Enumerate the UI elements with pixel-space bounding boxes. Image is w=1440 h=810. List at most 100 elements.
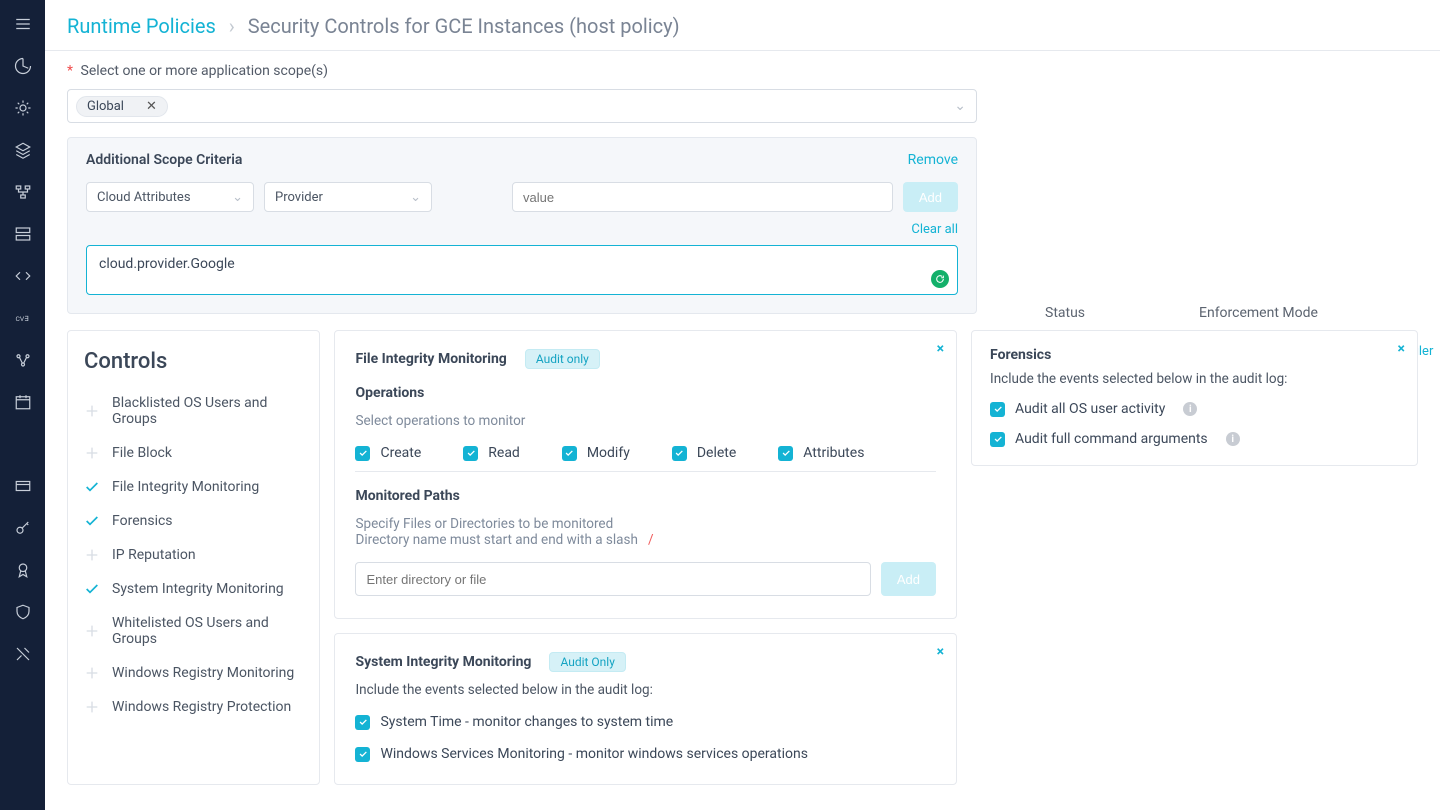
fim-ops-header: Operations	[355, 385, 936, 401]
ctrl-label: Windows Registry Monitoring	[112, 665, 294, 681]
scope-chip-global: Global ✕	[76, 96, 168, 117]
op-create[interactable]: Create	[355, 445, 421, 461]
fim-paths-hint1: Specify Files or Directories to be monit…	[355, 516, 936, 532]
ctrl-label: System Integrity Monitoring	[112, 581, 284, 597]
forensics-panel: × Forensics Include the events selected …	[971, 330, 1418, 466]
ctrl-label: Blacklisted OS Users and Groups	[112, 395, 303, 427]
enforcement-label: Enforcement Mode	[1199, 305, 1348, 321]
code-icon[interactable]	[9, 262, 37, 290]
chevron-down-icon: ⌄	[954, 98, 966, 114]
plus-icon	[84, 445, 100, 461]
chevron-right-icon: ›	[221, 14, 243, 38]
breadcrumb: Runtime Policies › Security Controls for…	[45, 0, 1440, 51]
forensics-title: Forensics	[990, 347, 1399, 363]
key-icon[interactable]	[9, 514, 37, 542]
cb-label: Modify	[587, 445, 630, 461]
check-icon	[84, 479, 100, 495]
fim-path-input[interactable]	[355, 562, 870, 596]
sim-desc: Include the events selected below in the…	[355, 682, 936, 698]
ctrl-label: Windows Registry Protection	[112, 699, 291, 715]
ctrl-file-block[interactable]: File Block	[84, 436, 303, 470]
servers-icon[interactable]	[9, 220, 37, 248]
breadcrumb-root[interactable]: Runtime Policies	[67, 14, 216, 38]
close-icon[interactable]: ×	[937, 644, 944, 660]
criteria-clear-all[interactable]: Clear all	[86, 222, 958, 237]
plus-icon	[84, 623, 100, 639]
sim-panel: × System Integrity Monitoring Audit Only…	[334, 633, 957, 785]
criteria-remove-link[interactable]: Remove	[908, 152, 958, 168]
ctrl-ip-reputation[interactable]: IP Reputation	[84, 538, 303, 572]
sim-title: System Integrity Monitoring	[355, 654, 531, 670]
cb-label: Windows Services Monitoring - monitor wi…	[380, 746, 807, 762]
info-icon[interactable]: i	[1183, 402, 1197, 416]
cve-icon[interactable]: CV∃	[9, 304, 37, 332]
scope-multiselect[interactable]: Global ✕ ⌄	[67, 89, 977, 123]
sim-winservices[interactable]: Windows Services Monitoring - monitor wi…	[355, 746, 936, 762]
ctrl-winreg-mon[interactable]: Windows Registry Monitoring	[84, 656, 303, 690]
dashboard-icon[interactable]	[9, 52, 37, 80]
ctrl-label: Forensics	[112, 513, 173, 529]
menu-icon[interactable]	[9, 10, 37, 38]
ctrl-winreg-prot[interactable]: Windows Registry Protection	[84, 690, 303, 724]
plus-icon	[84, 403, 100, 419]
criteria-attr-value: Cloud Attributes	[97, 190, 191, 205]
fim-paths-header: Monitored Paths	[355, 488, 936, 504]
criteria-expression-input[interactable]: cloud.provider.Google	[86, 245, 958, 295]
criteria-attr-select[interactable]: Cloud Attributes ⌄	[86, 182, 254, 212]
close-icon[interactable]: ×	[937, 341, 944, 357]
plus-icon	[84, 665, 100, 681]
calendar-icon[interactable]	[9, 388, 37, 416]
forensics-os-activity[interactable]: Audit all OS user activity i	[990, 401, 1399, 417]
shield-icon[interactable]	[9, 598, 37, 626]
tools-icon[interactable]	[9, 640, 37, 668]
criteria-key-select[interactable]: Provider ⌄	[264, 182, 432, 212]
ctrl-label: File Block	[112, 445, 172, 461]
nodes-icon[interactable]	[9, 346, 37, 374]
ctrl-label: File Integrity Monitoring	[112, 479, 259, 495]
criteria-key-value: Provider	[275, 190, 323, 205]
scope-chip-label: Global	[87, 99, 124, 114]
op-read[interactable]: Read	[463, 445, 520, 461]
layers-icon[interactable]	[9, 136, 37, 164]
op-delete[interactable]: Delete	[672, 445, 736, 461]
criteria-title: Additional Scope Criteria	[86, 152, 242, 168]
breadcrumb-leaf: Security Controls for GCE Instances (hos…	[248, 14, 680, 38]
plus-icon	[84, 547, 100, 563]
ctrl-blacklisted-os[interactable]: Blacklisted OS Users and Groups	[84, 386, 303, 436]
cb-label: Audit full command arguments	[1015, 431, 1208, 447]
left-rail: CV∃	[0, 0, 45, 810]
cb-label: System Time - monitor changes to system …	[380, 714, 673, 730]
ctrl-whitelisted-os[interactable]: Whitelisted OS Users and Groups	[84, 606, 303, 656]
sim-systime[interactable]: System Time - monitor changes to system …	[355, 714, 936, 730]
forensics-full-args[interactable]: Audit full command arguments i	[990, 431, 1399, 447]
ctrl-forensics[interactable]: Forensics	[84, 504, 303, 538]
cb-label: Attributes	[803, 445, 864, 461]
additional-scope-criteria: Additional Scope Criteria Remove Cloud A…	[67, 137, 977, 314]
check-icon	[84, 513, 100, 529]
ctrl-fim[interactable]: File Integrity Monitoring	[84, 470, 303, 504]
info-icon[interactable]: i	[1226, 432, 1240, 446]
fim-ops-hint: Select operations to monitor	[355, 413, 936, 429]
forensics-desc: Include the events selected below in the…	[990, 371, 1399, 387]
card-icon[interactable]	[9, 472, 37, 500]
cb-label: Create	[380, 445, 421, 461]
close-icon[interactable]: ×	[1398, 341, 1405, 357]
wheel-icon[interactable]	[9, 94, 37, 122]
criteria-expression-text: cloud.provider.Google	[99, 256, 235, 272]
fim-panel: × File Integrity Monitoring Audit only O…	[334, 330, 957, 619]
ctrl-label: IP Reputation	[112, 547, 196, 563]
criteria-add-button[interactable]: Add	[903, 182, 958, 212]
svg-text:CV∃: CV∃	[15, 315, 28, 323]
required-star: *	[67, 63, 77, 79]
flow-icon[interactable]	[9, 178, 37, 206]
op-attributes[interactable]: Attributes	[778, 445, 864, 461]
fim-paths-hint2: Directory name must start and end with a…	[355, 532, 936, 548]
chip-remove-icon[interactable]: ✕	[146, 99, 157, 114]
fim-add-button[interactable]: Add	[881, 562, 936, 596]
plus-icon	[84, 699, 100, 715]
award-icon[interactable]	[9, 556, 37, 584]
criteria-value-input[interactable]	[512, 182, 893, 212]
ctrl-sim[interactable]: System Integrity Monitoring	[84, 572, 303, 606]
audit-only-pill: Audit only	[525, 349, 600, 369]
op-modify[interactable]: Modify	[562, 445, 630, 461]
